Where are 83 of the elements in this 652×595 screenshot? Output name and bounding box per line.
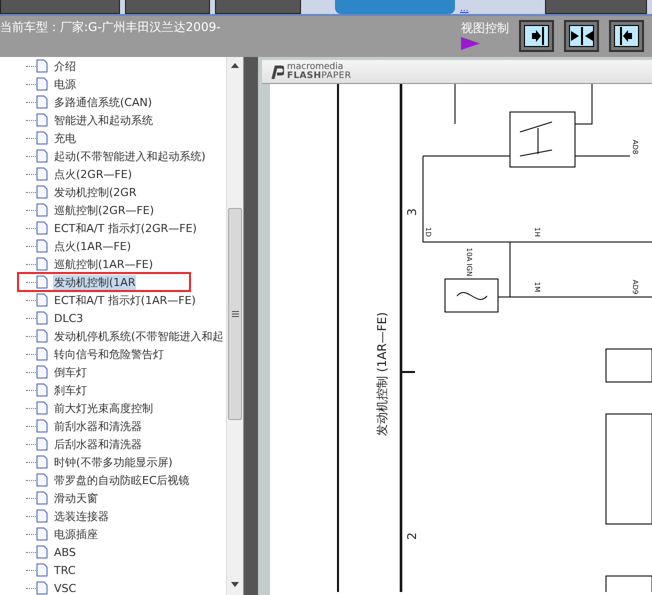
tree-item[interactable]: 起动(不带智能进入和起动系统) — [53, 148, 207, 164]
document-icon — [36, 239, 48, 253]
tree-item[interactable]: 倒车灯 — [53, 364, 88, 380]
document-icon — [36, 473, 48, 487]
document-icon — [36, 149, 48, 163]
tree-item[interactable]: VSC — [53, 582, 78, 594]
tree-item[interactable]: 滑动天窗 — [53, 490, 99, 506]
tree-item[interactable]: 发动机停机系统(不带智能进入和起 — [53, 328, 224, 344]
arrow-left-icon — [620, 27, 634, 45]
document-icon — [36, 203, 48, 217]
document-icon — [36, 167, 48, 181]
scrollbar[interactable] — [226, 57, 244, 595]
more-link[interactable]: ... — [460, 4, 469, 14]
document-icon — [36, 563, 48, 577]
tree-item[interactable]: 发动机控制(1AR — [53, 274, 136, 290]
tree-item[interactable]: 巡航控制(1AR—FE) — [53, 256, 154, 272]
document-icon — [36, 455, 48, 469]
tree-item[interactable]: ECT和A/T 指示灯(1AR—FE) — [53, 292, 197, 308]
toolbar-tab[interactable] — [215, 0, 301, 14]
document-icon — [36, 491, 48, 505]
tree-item[interactable]: 多路通信系统(CAN) — [53, 94, 154, 110]
document-icon — [36, 329, 48, 343]
document-icon — [36, 437, 48, 451]
tree-item[interactable]: 点火(2GR—FE) — [53, 166, 134, 182]
document-icon — [36, 293, 48, 307]
document-icon — [36, 347, 48, 361]
logo-icon — [270, 64, 284, 78]
document-icon — [36, 383, 48, 397]
tree-item[interactable]: TRC — [53, 564, 76, 576]
toolbar-tab[interactable] — [125, 0, 210, 14]
arrow-right-icon — [530, 27, 544, 45]
view-control-label: 视图控制 — [461, 20, 510, 37]
tree-item[interactable]: 发动机控制(2GR — [53, 184, 138, 200]
up-arrow-icon — [231, 63, 240, 68]
tree-item[interactable]: 前大灯光束高度控制 — [53, 400, 154, 416]
document-icon — [36, 95, 48, 109]
document-icon — [36, 131, 48, 145]
tree-item[interactable]: 巡航控制(2GR—FE) — [53, 202, 156, 218]
tree-item[interactable]: 带罗盘的自动防眩EC后视镜 — [53, 472, 191, 488]
document-icon — [36, 275, 48, 289]
document-icon — [36, 365, 48, 379]
down-arrow-icon — [231, 582, 240, 587]
document-icon — [36, 221, 48, 235]
document-icon — [36, 311, 48, 325]
tree-item[interactable]: 点火(1AR—FE) — [53, 238, 132, 254]
tree-item[interactable]: 智能进入和起动系统 — [53, 112, 154, 128]
document-icon — [36, 185, 48, 199]
arrows-inward-icon — [570, 27, 592, 45]
logo-text: macromedia — [287, 62, 344, 72]
document-icon — [36, 419, 48, 433]
view-button[interactable] — [564, 20, 599, 52]
tree-item[interactable]: 电源插座 — [53, 526, 99, 542]
tree-item[interactable]: 选装连接器 — [53, 508, 110, 524]
document-icon — [36, 509, 48, 523]
document-icon — [36, 401, 48, 415]
tree-item[interactable]: 前刮水器和清洗器 — [53, 418, 143, 434]
triangle-icon — [461, 37, 480, 50]
tree-item[interactable]: 充电 — [53, 130, 77, 146]
section-number: 3 — [405, 208, 419, 216]
toolbar-tab[interactable] — [0, 0, 120, 14]
tree-item[interactable]: 介绍 — [53, 58, 77, 74]
logo-text: FLASHPAPER — [287, 72, 352, 80]
document-icon — [36, 257, 48, 271]
section-number: 2 — [405, 532, 419, 540]
tree-item[interactable]: 电源 — [53, 76, 77, 92]
tree-item[interactable]: DLC3 — [53, 312, 84, 324]
tree-item[interactable]: ECT和A/T 指示灯(2GR—FE) — [53, 220, 198, 236]
scroll-thumb[interactable] — [228, 208, 242, 420]
tree-item[interactable]: 转向信号和危险警告灯 — [53, 346, 165, 362]
tree-item[interactable]: 后刮水器和清洗器 — [53, 436, 143, 452]
tree-item[interactable]: ABS — [53, 546, 77, 558]
view-button[interactable] — [519, 20, 554, 52]
current-model-label: 当前车型：厂家:G-广州丰田汉兰达2009- — [0, 19, 222, 36]
document-icon — [36, 527, 48, 541]
document-icon — [36, 545, 48, 559]
diagram-title: 发动机控制 (1AR—FE) — [375, 312, 389, 436]
document-icon — [36, 77, 48, 91]
tree-item[interactable]: 时钟(不带多功能显示屏) — [53, 454, 174, 470]
grip-icon — [232, 311, 239, 317]
document-icon — [36, 113, 48, 127]
tree-item[interactable]: 刹车灯 — [53, 382, 88, 398]
toolbar-tab[interactable] — [545, 0, 647, 14]
view-button[interactable] — [609, 20, 644, 52]
